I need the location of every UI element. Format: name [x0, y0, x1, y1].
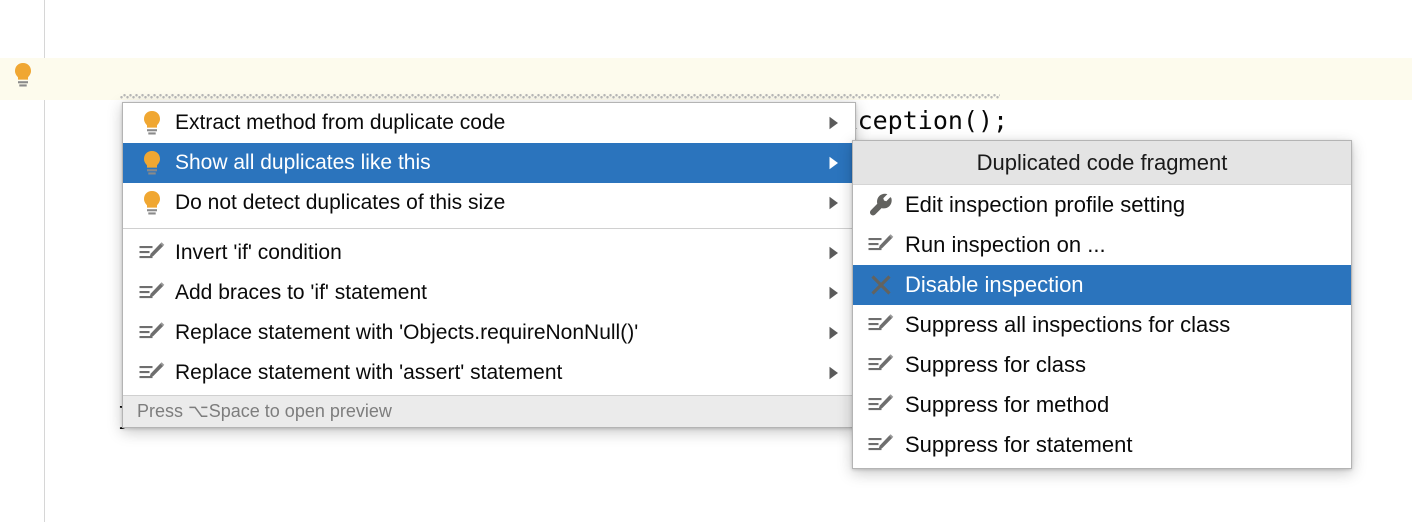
intentions-group-duplicates: Extract method from duplicate code Show …: [123, 103, 855, 223]
lightbulb-icon: [137, 148, 167, 178]
menu-item-add-braces-to-if-statement[interactable]: Add braces to 'if' statement: [123, 273, 855, 313]
popup-footer-hint: Press ⌥Space to open preview: [123, 395, 855, 427]
submenu-item-label: Suppress for statement: [897, 432, 1132, 458]
menu-item-label: Do not detect duplicates of this size: [167, 191, 819, 215]
wrench-icon: [865, 191, 897, 219]
lightbulb-icon[interactable]: [13, 62, 33, 88]
menu-item-label: Extract method from duplicate code: [167, 111, 819, 135]
intention-edit-icon: [137, 278, 167, 308]
submenu-item-suppress-for-statement[interactable]: Suppress for statement: [853, 425, 1351, 465]
submenu-item-suppress-for-class[interactable]: Suppress for class: [853, 345, 1351, 385]
menu-item-label: Show all duplicates like this: [167, 151, 819, 175]
menu-item-do-not-detect-duplicates-of-this-size[interactable]: Do not detect duplicates of this size: [123, 183, 855, 223]
submenu-header: Duplicated code fragment: [853, 141, 1351, 185]
lightbulb-icon: [137, 108, 167, 138]
intentions-group-quickfixes: Invert 'if' condition Add braces to 'if'…: [123, 233, 855, 393]
menu-separator: [123, 228, 855, 229]
menu-item-label: Invert 'if' condition: [167, 241, 819, 265]
preview-hint-label: Press ⌥Space to open preview: [137, 401, 392, 422]
submenu-item-label: Run inspection on ...: [897, 232, 1106, 258]
menu-item-replace-statement-with-assert-statement[interactable]: Replace statement with 'assert' statemen…: [123, 353, 855, 393]
code-line-method-signature[interactable]: public void duplicateHello(String name){: [0, 16, 1412, 58]
menu-item-label: Replace statement with 'assert' statemen…: [167, 361, 819, 385]
submenu-item-label: Edit inspection profile setting: [897, 192, 1185, 218]
intention-actions-popup[interactable]: Extract method from duplicate code Show …: [122, 102, 856, 428]
intention-edit-icon: [865, 391, 897, 419]
submenu-item-disable-inspection[interactable]: Disable inspection: [853, 265, 1351, 305]
chevron-right-icon: [819, 246, 855, 260]
submenu-item-suppress-for-method[interactable]: Suppress for method: [853, 385, 1351, 425]
intention-edit-icon: [865, 351, 897, 379]
menu-item-extract-method-from-duplicate-code[interactable]: Extract method from duplicate code: [123, 103, 855, 143]
menu-item-label: Add braces to 'if' statement: [167, 281, 819, 305]
chevron-right-icon: [819, 156, 855, 170]
chevron-right-icon: [819, 286, 855, 300]
chevron-right-icon: [819, 116, 855, 130]
intention-edit-icon: [137, 318, 167, 348]
menu-item-label: Replace statement with 'Objects.requireN…: [167, 321, 819, 345]
submenu-item-edit-inspection-profile-setting[interactable]: Edit inspection profile setting: [853, 185, 1351, 225]
intention-edit-icon: [137, 358, 167, 388]
submenu-item-run-inspection-on[interactable]: Run inspection on ...: [853, 225, 1351, 265]
lightbulb-icon: [137, 188, 167, 218]
submenu-item-label: Suppress for method: [897, 392, 1109, 418]
chevron-right-icon: [819, 366, 855, 380]
submenu-title: Duplicated code fragment: [977, 150, 1228, 176]
submenu-item-label: Suppress for class: [897, 352, 1086, 378]
chevron-right-icon: [819, 326, 855, 340]
submenu-item-suppress-all-inspections-for-class[interactable]: Suppress all inspections for class: [853, 305, 1351, 345]
menu-item-show-all-duplicates-like-this[interactable]: Show all duplicates like this: [123, 143, 855, 183]
intention-edit-icon: [865, 431, 897, 459]
menu-item-invert-if-condition[interactable]: Invert 'if' condition: [123, 233, 855, 273]
menu-item-replace-statement-with-objects-requirenonnull[interactable]: Replace statement with 'Objects.requireN…: [123, 313, 855, 353]
intention-edit-icon: [865, 231, 897, 259]
intention-edit-icon: [137, 238, 167, 268]
submenu-item-label: Suppress all inspections for class: [897, 312, 1230, 338]
cross-icon: [865, 271, 897, 299]
inspection-squiggly-underline: [120, 94, 1000, 99]
intention-edit-icon: [865, 311, 897, 339]
chevron-right-icon: [819, 196, 855, 210]
inspection-submenu-popup[interactable]: Duplicated code fragment Edit inspection…: [852, 140, 1352, 469]
submenu-item-label: Disable inspection: [897, 272, 1084, 298]
